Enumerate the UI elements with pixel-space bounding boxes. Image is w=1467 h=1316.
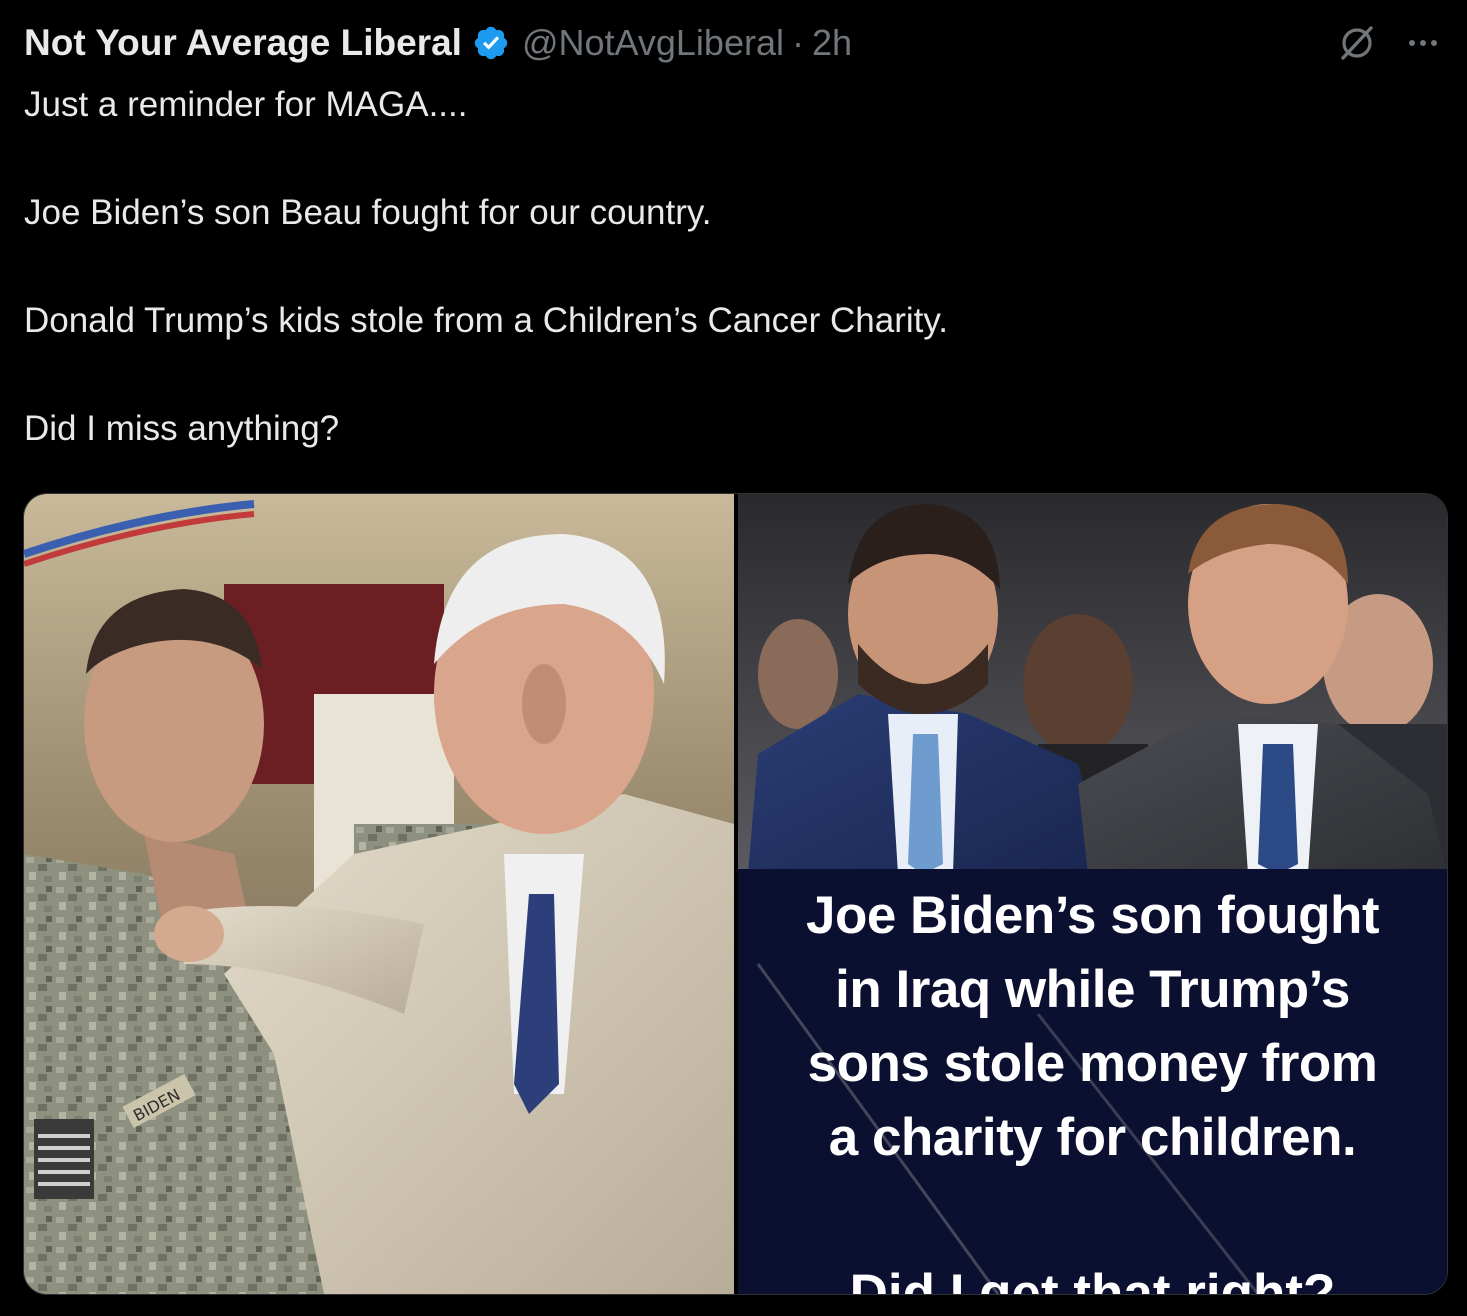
caption-line: in Iraq while Trump’s bbox=[835, 960, 1350, 1019]
media-image-left[interactable]: BIDEN bbox=[24, 494, 734, 1294]
tweet-paragraph: Just a reminder for MAGA.... bbox=[24, 85, 468, 124]
tweet-paragraph: Did I miss anything? bbox=[24, 409, 340, 448]
caption-footer: Did I get that right? bbox=[849, 1264, 1336, 1294]
tweet-media[interactable]: BIDEN Joe Biden’s son fought in Iraq whi… bbox=[23, 493, 1448, 1295]
photo-soldier-and-man: BIDEN bbox=[24, 494, 734, 1294]
caption-line: Joe Biden’s son fought bbox=[806, 886, 1379, 945]
verified-badge-icon[interactable] bbox=[472, 24, 510, 62]
more-icon[interactable] bbox=[1403, 23, 1443, 63]
media-image-right[interactable]: Joe Biden’s son fought in Iraq while Tru… bbox=[738, 494, 1447, 1294]
image-caption-overlay: Joe Biden’s son fought in Iraq while Tru… bbox=[738, 879, 1447, 1175]
timestamp[interactable]: 2h bbox=[812, 22, 852, 64]
caption-line: a charity for children. bbox=[828, 1108, 1357, 1167]
tweet-text: Just a reminder for MAGA.... Joe Biden’s… bbox=[24, 78, 1424, 456]
caption-line: sons stole money from bbox=[807, 1034, 1378, 1093]
separator-dot: · bbox=[791, 22, 804, 63]
tweet-paragraph: Donald Trump’s kids stole from a Childre… bbox=[24, 301, 948, 340]
header-actions bbox=[1337, 18, 1443, 68]
tweet-paragraph: Joe Biden’s son Beau fought for our coun… bbox=[24, 193, 712, 232]
grok-icon[interactable] bbox=[1337, 23, 1377, 63]
tweet-header: Not Your Average Liberal @NotAvgLiberal … bbox=[24, 18, 1443, 68]
display-name[interactable]: Not Your Average Liberal bbox=[24, 22, 462, 64]
user-handle[interactable]: @NotAvgLiberal bbox=[522, 22, 784, 64]
